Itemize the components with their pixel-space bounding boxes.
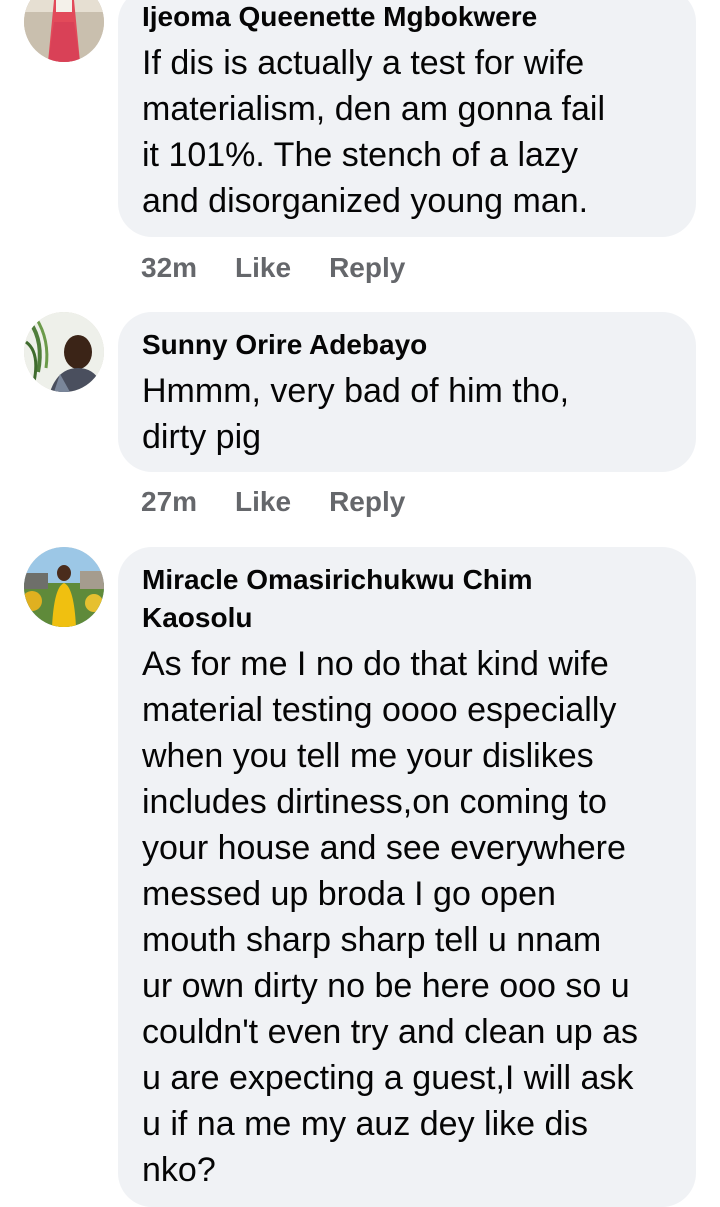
profile-photo-icon [24,0,104,62]
reply-button[interactable]: Reply [329,484,405,520]
comment-actions: 27m Like Reply [141,484,405,520]
comment-text-line: u are expecting a guest,I will ask [142,1059,634,1097]
comment-sunny: Sunny Orire Adebayo Hmmm, very bad of hi… [0,310,720,540]
comment-bubble: Ijeoma Queenette Mgbokwere If dis is act… [118,0,696,237]
comment-text-line: includes dirtiness,on coming to [142,783,607,821]
comment-miracle: Miracle Omasirichukwu Chim Kaosolu As fo… [0,545,720,1207]
reply-button[interactable]: Reply [329,250,405,286]
comment-text-line: As for me I no do that kind wife [142,645,609,683]
comment-text: Hmmm, very bad of him tho, dirty pig [142,368,678,460]
comment-timestamp: 27m [141,486,198,517]
comment-text-line: couldn't even try and clean up as [142,1013,639,1051]
comment-text-line: u if na me my auz dey like dis [142,1105,588,1143]
comment-text-line: ur own dirty no be here ooo so u [142,967,630,1005]
comment-text: As for me I no do that kind wife materia… [142,641,678,1193]
comment-text-line: mouth sharp sharp tell u nnam [142,921,602,959]
comment-actions: 32m Like Reply [141,250,405,286]
comment-author-line: Kaosolu [142,602,253,633]
comment-bubble: Miracle Omasirichukwu Chim Kaosolu As fo… [118,547,696,1207]
comment-text-line: messed up broda I go open [142,875,556,913]
comment-author[interactable]: Miracle Omasirichukwu Chim Kaosolu [142,561,533,637]
comment-text-line: materialism, den am gonna fail [142,90,606,128]
comment-text: If dis is actually a test for wife mater… [142,40,678,224]
comment-text-line: Hmmm, very bad of him tho, [142,372,570,410]
comment-timestamp: 32m [141,252,198,283]
comment-bubble: Sunny Orire Adebayo Hmmm, very bad of hi… [118,312,696,472]
comment-text-line: nko? [142,1151,216,1189]
comment-text-line: dirty pig [142,418,262,456]
comment-text-line: If dis is actually a test for wife [142,44,585,82]
comment-text-line: your house and see everywhere [142,829,626,867]
avatar[interactable] [24,0,104,62]
comment-text-line: and disorganized young man. [142,182,589,220]
comment-author-line: Miracle Omasirichukwu Chim [142,564,533,595]
comment-text-line: material testing oooo especially [142,691,617,729]
avatar[interactable] [24,312,104,392]
comment-text-line: when you tell me your dislikes [142,737,594,775]
comment-ijeoma: Ijeoma Queenette Mgbokwere If dis is act… [0,0,720,300]
comment-text-line: it 101%. The stench of a lazy [142,136,578,174]
comment-author[interactable]: Sunny Orire Adebayo [142,326,427,364]
profile-photo-icon [24,547,104,627]
like-button[interactable]: Like [235,250,291,286]
profile-photo-icon [24,312,104,392]
like-button[interactable]: Like [235,484,291,520]
avatar[interactable] [24,547,104,627]
comment-author[interactable]: Ijeoma Queenette Mgbokwere [142,0,537,36]
